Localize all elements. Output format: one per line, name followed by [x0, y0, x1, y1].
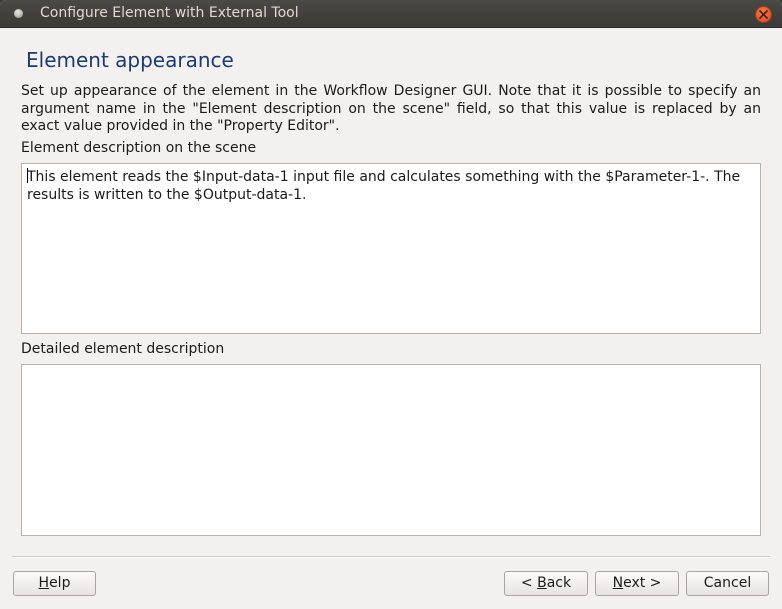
- detailed-description-textarea[interactable]: [21, 364, 761, 536]
- page-description: Set up appearance of the element in the …: [21, 83, 761, 134]
- help-label-rest: elp: [49, 575, 71, 591]
- close-button[interactable]: [755, 6, 772, 23]
- dialog-window: Configure Element with External Tool Ele…: [0, 0, 782, 609]
- next-label-rest: ext >: [623, 575, 662, 591]
- scene-description-textarea[interactable]: This element reads the $Input-data-1 inp…: [21, 163, 761, 334]
- page-title: Element appearance: [26, 48, 234, 72]
- back-prefix: <: [520, 575, 538, 591]
- next-mnemonic: N: [612, 575, 624, 591]
- back-label-rest: ack: [546, 575, 572, 591]
- title-bar[interactable]: Configure Element with External Tool: [0, 0, 782, 28]
- back-button[interactable]: < Back: [504, 571, 588, 596]
- window-title: Configure Element with External Tool: [40, 5, 299, 21]
- scene-description-text: This element reads the $Input-data-1 inp…: [27, 169, 741, 203]
- button-separator: [12, 556, 770, 558]
- back-mnemonic: B: [537, 575, 547, 591]
- cancel-button[interactable]: Cancel: [686, 571, 769, 596]
- help-mnemonic: H: [38, 575, 50, 591]
- close-icon: [759, 10, 768, 19]
- next-button[interactable]: Next >: [595, 571, 679, 596]
- window-menu-icon[interactable]: [14, 9, 23, 18]
- scene-description-label: Element description on the scene: [21, 140, 257, 156]
- detailed-description-label: Detailed element description: [21, 341, 225, 357]
- help-button[interactable]: Help: [13, 571, 96, 596]
